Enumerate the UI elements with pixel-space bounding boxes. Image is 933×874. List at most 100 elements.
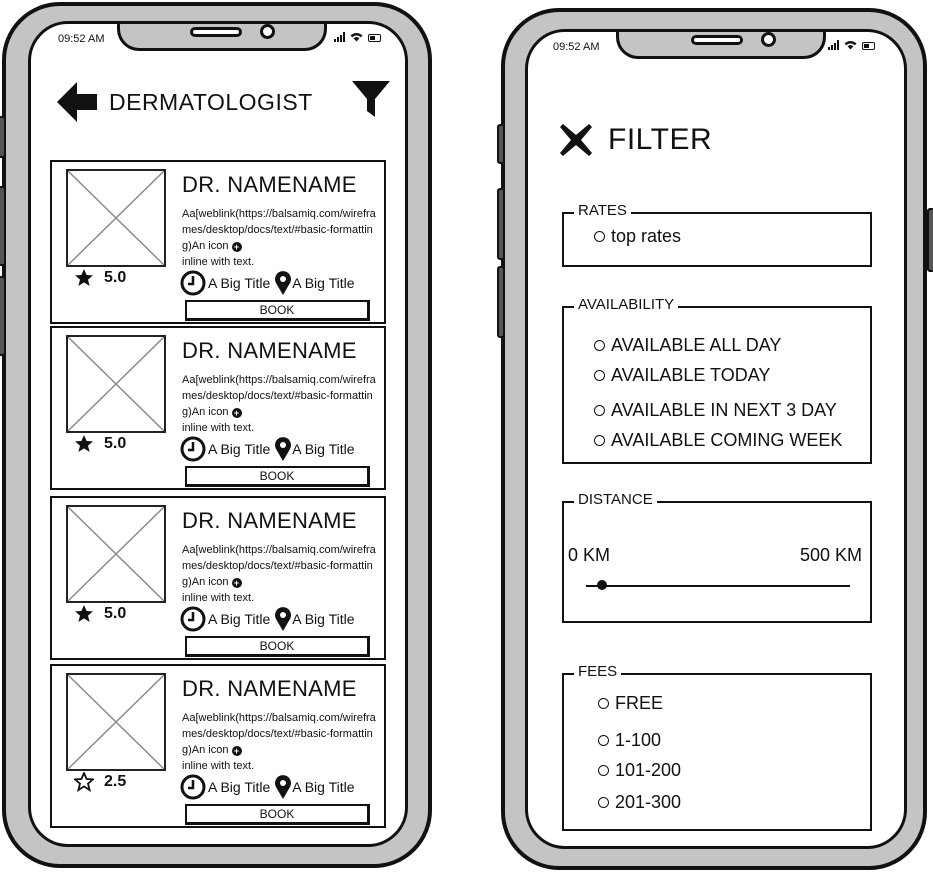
doctor-meta: A Big Title A Big Title (180, 774, 355, 800)
distance-max-label: 500 KM (799, 545, 862, 565)
distance-group: DISTANCE 0 KM 500 KM (562, 491, 872, 623)
status-icons (334, 32, 381, 42)
star-icon (75, 605, 93, 622)
option-label: top rates (611, 226, 682, 246)
radio-option-coming-week[interactable]: AVAILABLE COMING WEEK (594, 430, 842, 451)
doctor-description: Aa[weblink(https://balsamiq.com/wirefram… (182, 542, 377, 606)
doctor-photo-placeholder (66, 673, 166, 771)
rating: 2.5 (74, 772, 126, 792)
time-label: A Big Title (208, 779, 271, 795)
option-label: 101-200 (615, 760, 682, 780)
radio-option-101-200[interactable]: 101-200 (598, 760, 681, 781)
time-label: A Big Title (208, 611, 271, 627)
doctor-card[interactable]: 5.0 DR. NAMENAME Aa[weblink(https://balsam… (50, 326, 386, 490)
wifi-icon (350, 33, 363, 42)
clock-icon (180, 606, 206, 632)
radio-icon (598, 735, 609, 746)
doctor-card[interactable]: 2.5 DR. NAMENAME Aa[weblink(https://balsam… (50, 664, 386, 828)
clock-icon (180, 774, 206, 800)
radio-icon (598, 698, 609, 709)
image-placeholder-icon (68, 507, 164, 601)
location-label: A Big Title (292, 441, 355, 457)
side-button (0, 186, 6, 266)
clock-icon (180, 436, 206, 462)
notch (616, 32, 826, 59)
option-label: AVAILABLE COMING WEEK (611, 430, 843, 450)
description-text: Aa[weblink(https://balsamiq.com/wirefram… (182, 712, 376, 756)
radio-option-top-rates[interactable]: top rates (594, 226, 681, 247)
star-icon (74, 772, 94, 792)
radio-option-all-day[interactable]: AVAILABLE ALL DAY (594, 335, 781, 356)
rating-value: 2.5 (104, 773, 127, 790)
radio-option-free[interactable]: FREE (598, 693, 663, 714)
doctor-name: DR. NAMENAME (182, 172, 357, 197)
book-button[interactable]: BOOK (185, 300, 370, 321)
image-placeholder-icon (68, 171, 164, 265)
speaker (190, 27, 242, 37)
book-button[interactable]: BOOK (185, 466, 370, 487)
radio-option-today[interactable]: AVAILABLE TODAY (594, 365, 770, 386)
radio-icon (594, 435, 605, 446)
phone-filter-screen: 09:52 AM FILTER RATES top rates AVAILABI… (497, 8, 933, 870)
star-icon (75, 269, 93, 286)
doctor-photo-placeholder (66, 169, 166, 267)
plus-circle-icon: + (231, 408, 242, 418)
side-button (927, 208, 933, 272)
rating-value: 5.0 (104, 435, 127, 452)
rating: 5.0 (74, 434, 126, 454)
fees-group: FEES FREE 1-100 101-200 201-300 (562, 663, 872, 831)
description-tail: inline with text. (182, 422, 255, 434)
doctor-card[interactable]: 5.0 DR. NAMENAME Aa[weblink(https://balsam… (50, 160, 386, 324)
doctor-meta: A Big Title A Big Title (180, 270, 355, 296)
doctor-description: Aa[weblink(https://balsamiq.com/wirefram… (182, 206, 377, 270)
radio-icon (594, 405, 605, 416)
signal-icon (334, 32, 345, 42)
distance-slider-handle[interactable] (596, 580, 607, 590)
plus-circle-icon: + (231, 242, 242, 252)
image-placeholder-icon (68, 337, 164, 431)
doctor-description: Aa[weblink(https://balsamiq.com/wirefram… (182, 372, 377, 436)
wifi-icon (844, 41, 857, 50)
radio-icon (598, 765, 609, 776)
radio-option-next-3-day[interactable]: AVAILABLE IN NEXT 3 DAY (594, 400, 837, 421)
plus-circle-icon: + (231, 746, 242, 756)
page-title: FILTER (608, 123, 713, 156)
doctor-card[interactable]: 5.0 DR. NAMENAME Aa[weblink(https://balsam… (50, 496, 386, 660)
description-tail: inline with text. (182, 256, 255, 268)
time-label: A Big Title (208, 441, 271, 457)
description-text: Aa[weblink(https://balsamiq.com/wirefram… (182, 208, 376, 252)
battery-icon (862, 42, 875, 50)
status-time: 09:52 AM (58, 33, 105, 45)
option-label: FREE (615, 693, 664, 713)
side-button (497, 124, 505, 164)
radio-option-201-300[interactable]: 201-300 (598, 792, 681, 813)
clock-icon (180, 270, 206, 296)
rates-group: RATES top rates (562, 202, 872, 267)
option-label: AVAILABLE TODAY (611, 365, 771, 385)
group-legend: AVAILABILITY (574, 296, 679, 313)
status-time: 09:52 AM (553, 41, 600, 53)
doctor-meta: A Big Title A Big Title (180, 436, 355, 462)
distance-slider-track[interactable] (586, 585, 850, 587)
rating-value: 5.0 (104, 269, 127, 286)
description-tail: inline with text. (182, 592, 255, 604)
option-label: AVAILABLE ALL DAY (611, 335, 782, 355)
star-icon (75, 435, 93, 452)
book-button[interactable]: BOOK (185, 636, 370, 657)
option-label: AVAILABLE IN NEXT 3 DAY (611, 400, 837, 420)
filter-icon[interactable] (351, 79, 391, 119)
image-placeholder-icon (68, 675, 164, 769)
option-label: 201-300 (615, 792, 682, 812)
app-header: DERMATOLOGIST (55, 79, 395, 129)
close-icon[interactable] (558, 122, 594, 158)
status-icons (828, 40, 875, 50)
book-button[interactable]: BOOK (185, 804, 370, 825)
back-arrow-icon[interactable] (55, 79, 99, 125)
radio-icon (594, 370, 605, 381)
group-legend: DISTANCE (574, 491, 657, 508)
distance-min-label: 0 KM (568, 545, 611, 565)
plus-circle-icon: + (231, 578, 242, 588)
doctor-name: DR. NAMENAME (182, 338, 357, 363)
radio-option-1-100[interactable]: 1-100 (598, 730, 661, 751)
side-button (0, 116, 6, 158)
